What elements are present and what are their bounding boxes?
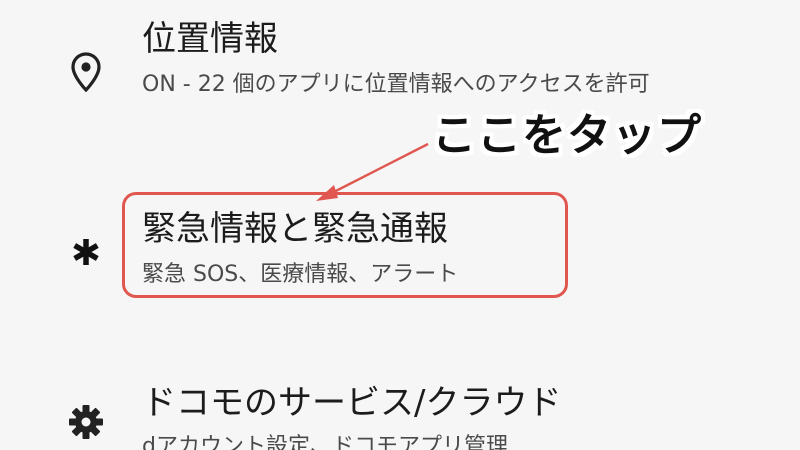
annotation-arrow-icon (316, 142, 429, 201)
location-pin-icon (62, 48, 110, 96)
settings-item-subtitle: dアカウント設定、ドコモアプリ管理 (142, 434, 508, 450)
settings-item-docomo-services[interactable]: ドコモのサービス/クラウド dアカウント設定、ドコモアプリ管理 (0, 370, 800, 450)
settings-screen: 位置情報 ON - 22 個のアプリに位置情報へのアクセスを許可 緊急情報と緊急… (0, 0, 800, 450)
gear-icon (62, 398, 110, 446)
asterisk-icon (62, 228, 110, 276)
settings-item-title: ドコモのサービス/クラウド (142, 383, 562, 423)
annotation-callout: ここをタップ (432, 110, 702, 161)
settings-item-subtitle: ON - 22 個のアプリに位置情報へのアクセスを許可 (142, 72, 650, 97)
settings-item-title: 位置情報 (142, 19, 278, 59)
